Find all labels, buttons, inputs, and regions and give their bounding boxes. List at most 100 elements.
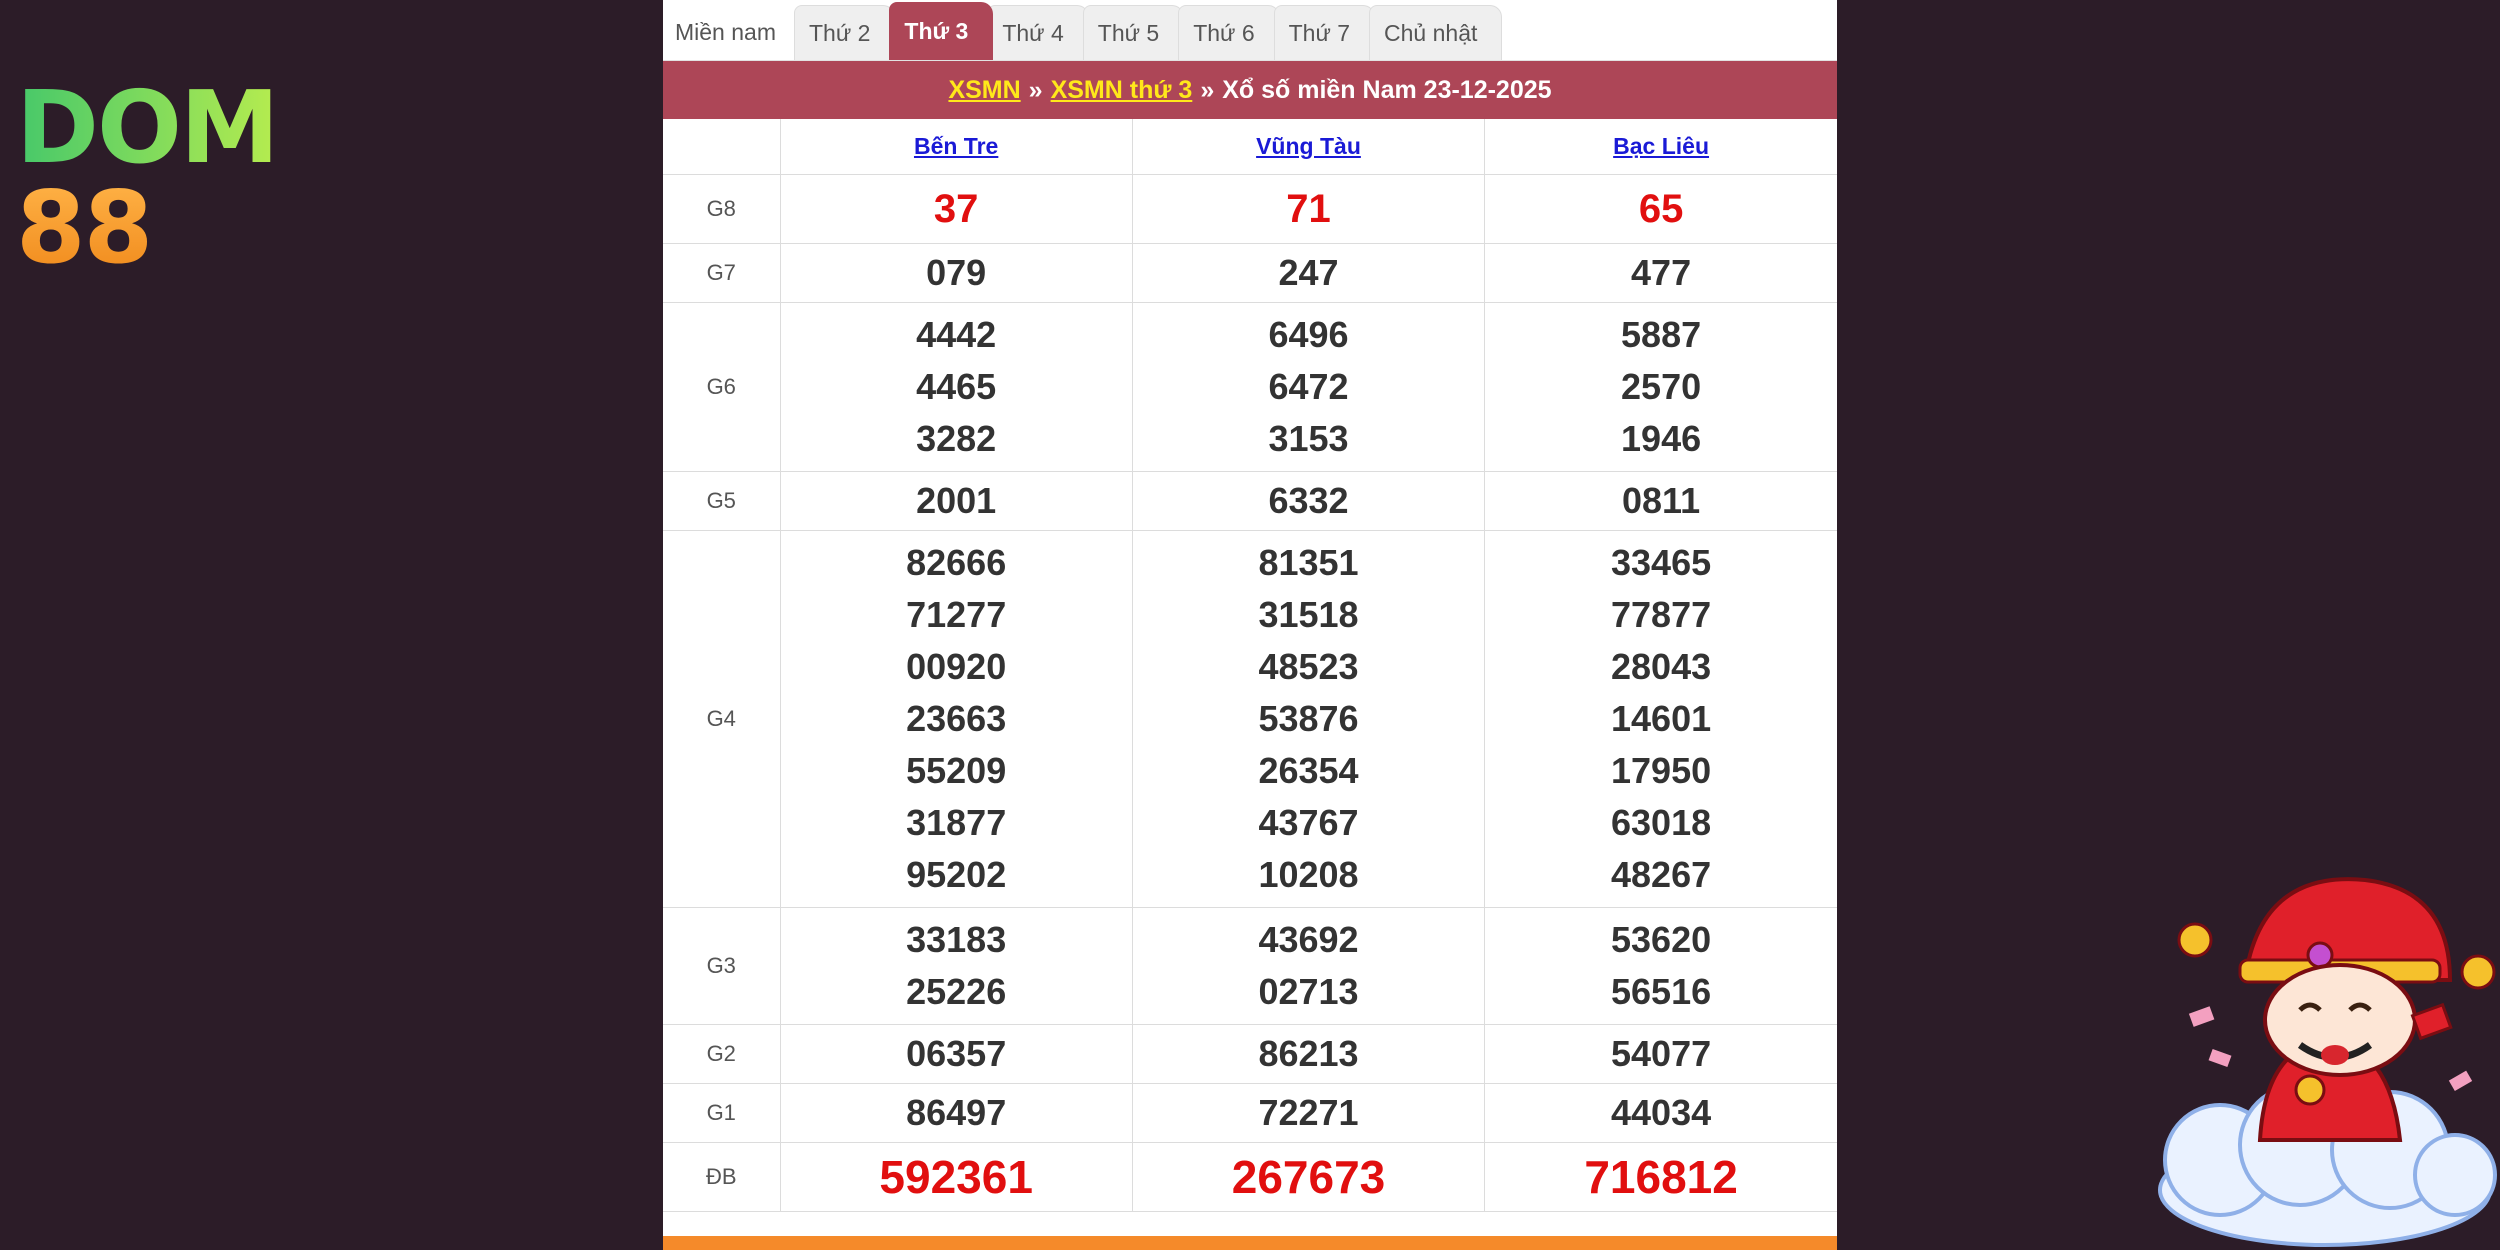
prize-cell: 06357 [779, 1023, 1133, 1084]
prize-number: 72271 [1258, 1091, 1359, 1133]
prize-number: 81351 [1258, 541, 1359, 583]
god-of-wealth-mascot-icon [2158, 877, 2497, 1247]
prize-cell: 82666 71277 00920 23663 55209 31877 95202 [779, 529, 1133, 908]
prize-number: 17950 [1611, 749, 1712, 791]
prize-number: 267673 [1231, 1150, 1386, 1203]
prize-row-3: G5 2001 6332 0811 [663, 470, 1837, 531]
prize-number: 71 [1286, 186, 1331, 231]
prize-row-4: G4 82666 71277 00920 23663 55209 31877 95202 813… [663, 529, 1837, 908]
prize-label: G8 [663, 173, 781, 244]
prize-cell: 4442 4465 3282 [779, 301, 1133, 472]
tab-thứ-6[interactable]: Thứ 6 [1178, 5, 1280, 60]
prize-cell: 72271 [1131, 1082, 1486, 1143]
tab-thứ-5[interactable]: Thứ 5 [1082, 5, 1185, 60]
prize-number: 86213 [1258, 1032, 1359, 1074]
prize-number: 2570 [1621, 365, 1702, 407]
prize-number: 14601 [1611, 697, 1712, 739]
prize-cell: 267673 [1131, 1141, 1486, 1212]
prize-cell: 5887 2570 1946 [1484, 301, 1837, 472]
prize-number: 31518 [1258, 593, 1359, 635]
prize-number: 63018 [1611, 801, 1712, 843]
prize-number: 55209 [906, 749, 1007, 791]
breadcrumb-separator: » [1200, 75, 1215, 104]
prize-number: 53876 [1258, 697, 1359, 739]
prize-cell: 71 [1131, 173, 1486, 244]
bottom-accent-bar [663, 1236, 1837, 1250]
prize-row-0: G8 37 71 65 [663, 173, 1837, 244]
prize-label: G4 [663, 529, 781, 908]
province-header-row: Bến Tre Vũng Tàu Bạc Liêu [663, 119, 1837, 175]
prize-row-7: G1 86497 72271 44034 [663, 1082, 1837, 1143]
prize-cell: 81351 31518 48523 53876 26354 43767 10208 [1131, 529, 1486, 908]
prize-row-8: ĐB 592361 267673 716812 [663, 1141, 1837, 1212]
tab-thứ-2[interactable]: Thứ 2 [793, 5, 896, 60]
prize-number: 48523 [1258, 645, 1359, 687]
prize-number: 43767 [1258, 801, 1359, 843]
province-link-vung-tau[interactable]: Vũng Tàu [1256, 133, 1361, 159]
prize-number: 26354 [1258, 749, 1359, 791]
prize-cell: 44034 [1484, 1082, 1837, 1143]
tab-thứ-3[interactable]: Thứ 3 [889, 2, 994, 60]
prize-number: 54077 [1611, 1032, 1712, 1074]
prize-number: 53620 [1611, 918, 1712, 960]
breadcrumb: XSMN » XSMN thứ 3 » Xổ số miền Nam 23-12… [663, 61, 1837, 119]
prize-number: 71277 [906, 593, 1007, 635]
breadcrumb-separator: » [1028, 75, 1043, 104]
prize-number: 1946 [1621, 417, 1702, 459]
prize-cell: 86497 [779, 1082, 1133, 1143]
prize-cell: 33465 77877 28043 14601 17950 63018 48267 [1484, 529, 1837, 908]
prize-cell: 477 [1484, 242, 1837, 303]
tab-thứ-4[interactable]: Thứ 4 [987, 5, 1089, 60]
prize-number: 10208 [1258, 853, 1359, 895]
prize-label: G7 [663, 242, 781, 303]
breadcrumb-link-xsmn[interactable]: XSMN [948, 76, 1020, 105]
prize-cell: 0811 [1484, 470, 1837, 531]
province-header: Bến Tre [779, 119, 1133, 175]
province-link-ben-tre[interactable]: Bến Tre [914, 133, 998, 159]
prize-number: 3282 [916, 417, 997, 459]
prize-row-5: G3 33183 25226 43692 02713 53620 56516 [663, 906, 1837, 1025]
prize-number: 44034 [1611, 1091, 1712, 1133]
province-header: Vũng Tàu [1131, 119, 1486, 175]
prize-cell: 247 [1131, 242, 1486, 303]
header-blank-cell [663, 119, 781, 175]
prize-number: 48267 [1611, 853, 1712, 895]
prize-number: 43692 [1258, 918, 1359, 960]
prize-cell: 2001 [779, 470, 1133, 531]
prize-row-6: G2 06357 86213 54077 [663, 1023, 1837, 1084]
prize-cell: 43692 02713 [1131, 906, 1486, 1025]
prize-label: G5 [663, 470, 781, 531]
prize-number: 25226 [906, 970, 1007, 1012]
prize-number: 65 [1638, 186, 1684, 231]
prize-cell: 6496 6472 3153 [1131, 301, 1486, 472]
prize-number: 2001 [916, 479, 997, 521]
prize-number: 079 [926, 251, 987, 293]
prize-cell: 86213 [1131, 1023, 1486, 1084]
prize-number: 37 [933, 186, 979, 231]
dom88-logo: DOM 88 [16, 78, 280, 278]
prize-number: 82666 [906, 541, 1007, 583]
prize-number: 592361 [879, 1150, 1033, 1203]
prize-number: 00920 [906, 645, 1007, 687]
tab-miền-nam[interactable]: Miền nam [669, 5, 800, 60]
prize-number: 02713 [1258, 970, 1359, 1012]
prize-row-2: G6 4442 4465 3282 6496 6472 3153 5887 2570 1946 [663, 301, 1837, 472]
prize-number: 95202 [906, 853, 1007, 895]
prize-number: 3153 [1268, 417, 1349, 459]
prize-label: G1 [663, 1082, 781, 1143]
breadcrumb-link-xsmn-thu-3[interactable]: XSMN thứ 3 [1051, 76, 1193, 105]
prize-number: 477 [1631, 251, 1692, 293]
prize-number: 6472 [1268, 365, 1349, 407]
prize-number: 28043 [1611, 645, 1712, 687]
province-link-bac-lieu[interactable]: Bạc Liêu [1613, 133, 1709, 159]
tab-chủ-nhật[interactable]: Chủ nhật [1369, 5, 1503, 60]
tab-thứ-7[interactable]: Thứ 7 [1273, 5, 1376, 60]
results-table: Bến Tre Vũng Tàu Bạc Liêu G8 37 71 65 G7 079 2… [663, 119, 1837, 1212]
prize-number: 0811 [1622, 479, 1701, 521]
prize-cell: 54077 [1484, 1023, 1837, 1084]
prize-cell: 33183 25226 [779, 906, 1133, 1025]
prize-label: G2 [663, 1023, 781, 1084]
prize-number: 06357 [906, 1032, 1007, 1074]
prize-number: 23663 [906, 697, 1007, 739]
prize-cell: 37 [779, 173, 1133, 244]
